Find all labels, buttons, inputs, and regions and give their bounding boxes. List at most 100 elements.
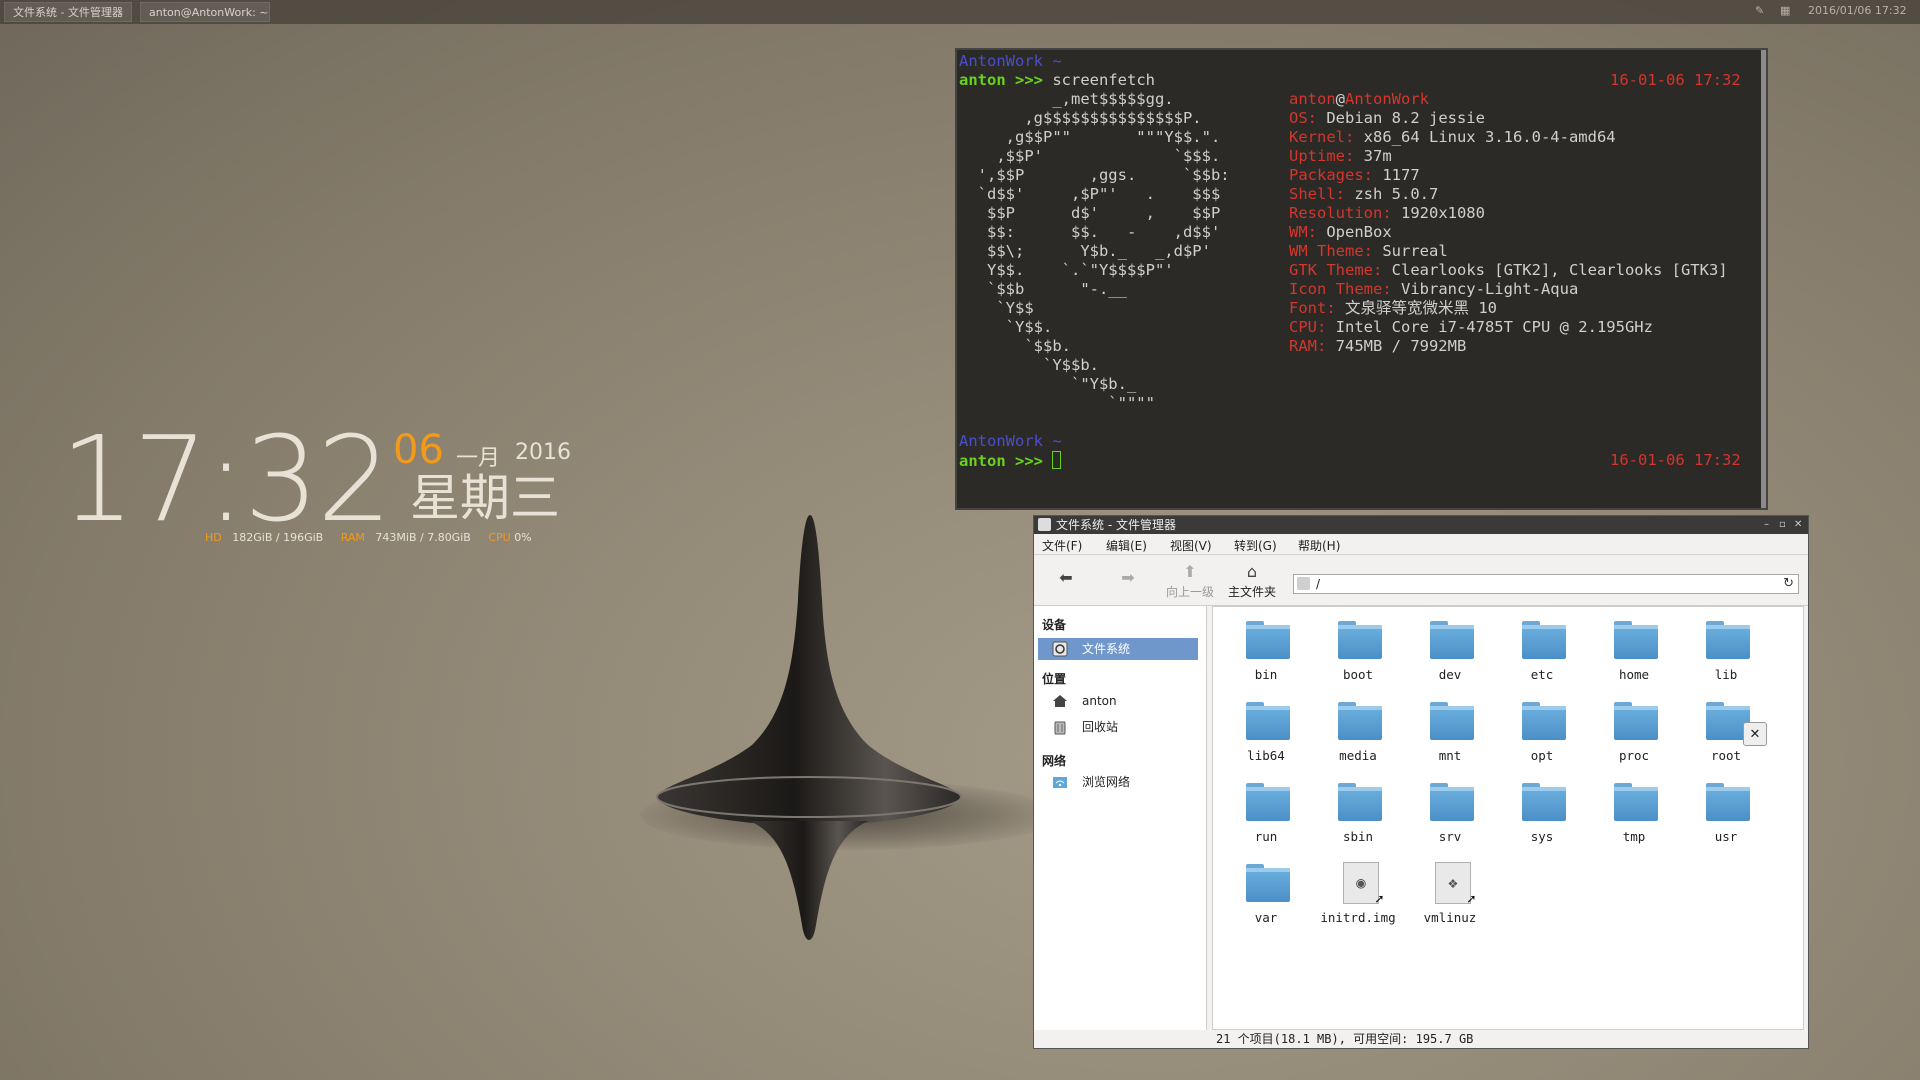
file-item-label: srv [1438,829,1462,844]
menu-view[interactable]: 视图(V) [1170,537,1212,554]
menu-edit[interactable]: 编辑(E) [1106,537,1147,554]
system-stats: HD 182GiB / 196GiB RAM 743MiB / 7.80GiB … [205,531,532,544]
taskbar-item-filemanager[interactable]: 文件系统 - 文件管理器 [4,2,132,22]
file-item[interactable]: etc [1497,615,1587,693]
refresh-icon[interactable]: ↻ [1783,576,1794,591]
info-value: 745MB / 7992MB [1326,337,1467,355]
file-item[interactable]: media [1313,696,1403,774]
ascii-logo-line: `$$b. [959,337,1071,355]
file-item-label: var [1254,910,1278,925]
arrow-right-icon: ➡ [1121,568,1135,587]
sidebar-item-network[interactable]: 浏览网络 [1038,771,1198,793]
info-value: Surreal [1373,242,1448,260]
file-item[interactable]: boot [1313,615,1403,693]
info-key: Kernel: [1289,128,1355,146]
top-panel: 文件系统 - 文件管理器 anton@AntonWork: ~ ✎ ▦ 2016… [0,0,1920,24]
file-item-label: mnt [1438,748,1462,763]
info-key: Icon Theme: [1289,280,1392,298]
folder-icon [1430,702,1474,740]
ascii-logo-line: `d$$' ,$P"' . $$$ [959,185,1221,203]
terminal-timestamp: 16-01-06 17:32 [1610,71,1741,89]
pen-icon[interactable]: ✎ [1755,4,1764,17]
terminal-input-line[interactable]: anton >>> [959,451,1062,471]
folder-icon [1338,702,1382,740]
folder-icon [1614,621,1658,659]
home-button[interactable]: ⌂ 主文件夹 [1226,561,1278,601]
sidebar-item-home[interactable]: anton [1038,690,1198,712]
fm-titlebar[interactable]: 文件系统 - 文件管理器 – ▫ ✕ [1034,516,1808,534]
info-value: 1177 [1373,166,1420,184]
terminal-scrollbar[interactable] [1761,50,1766,508]
ascii-logo-line: `Y$$. [959,318,1053,336]
screenfetch-info-row: GTK Theme: Clearlooks [GTK2], Clearlooks… [1289,261,1728,280]
screenfetch-info-row: RAM: 745MB / 7992MB [1289,337,1466,356]
file-item[interactable]: home [1589,615,1679,693]
calendar-icon[interactable]: ▦ [1780,4,1790,17]
info-value: zsh 5.0.7 [1345,185,1439,203]
home-icon: ⌂ [1246,562,1258,581]
executable-icon: ❖ [1435,862,1471,904]
ascii-logo-line: ,g$$$$$$$$$$$$$$$P. [959,109,1202,127]
cpu-value: 0% [514,531,532,544]
folder-icon [1430,783,1474,821]
file-item[interactable]: ◉ ➚ initrd.img [1313,858,1403,936]
info-value: Vibrancy-Light-Aqua [1391,280,1579,298]
file-item-label: run [1254,829,1278,844]
ascii-logo-line: `"Y$b._ [959,375,1137,393]
terminal-prompt-host: AntonWork ~ [959,52,1062,70]
file-item[interactable]: bin [1221,615,1311,693]
terminal-window[interactable]: AntonWork ~ anton >>> screenfetch 16-01-… [955,48,1768,510]
file-item[interactable]: sbin [1313,777,1403,855]
clock-weekday: 星期三 [410,469,560,527]
sidebar-header-places: 位置 [1042,672,1067,686]
sidebar-item-trash[interactable]: 回收站 [1038,716,1198,738]
ascii-logo-line: ',$$P ,ggs. `$$b: [959,166,1230,184]
screenfetch-info-row: WM: OpenBox [1289,223,1392,242]
address-bar[interactable]: / ↻ [1293,574,1799,594]
file-item[interactable]: lib64 [1221,696,1311,774]
menu-go[interactable]: 转到(G) [1234,537,1277,554]
file-item[interactable]: lib [1681,615,1771,693]
sidebar-item-label: anton [1082,694,1117,708]
ascii-logo-line: _,met$$$$$gg. [959,90,1174,108]
close-button[interactable]: ✕ [1794,516,1802,534]
maximize-button[interactable]: ▫ [1779,516,1786,534]
file-item-label: lib [1714,667,1738,682]
info-key: WM: [1289,223,1317,241]
file-item[interactable]: usr [1681,777,1771,855]
file-item-label: usr [1714,829,1738,844]
panel-datetime[interactable]: 2016/01/06 17:32 [1808,4,1907,17]
folder-icon [1246,702,1290,740]
locked-emblem-icon: ✕ [1743,722,1767,746]
file-item[interactable]: sys [1497,777,1587,855]
file-item[interactable]: proc [1589,696,1679,774]
file-item[interactable]: run [1221,777,1311,855]
file-manager-window[interactable]: 文件系统 - 文件管理器 – ▫ ✕ 文件(F) 编辑(E) 视图(V) 转到(… [1033,515,1809,1049]
file-item-label: tmp [1622,829,1646,844]
back-button[interactable]: ⬅ [1040,567,1092,607]
file-item[interactable]: opt [1497,696,1587,774]
menu-file[interactable]: 文件(F) [1042,537,1082,554]
menu-help[interactable]: 帮助(H) [1298,537,1340,554]
file-item[interactable]: ✕ root [1681,696,1771,774]
up-button[interactable]: ⬆ 向上一级 [1164,561,1216,601]
file-item[interactable]: ❖ ➚ vmlinuz [1405,858,1495,936]
sidebar-header-network: 网络 [1042,754,1067,768]
forward-button[interactable]: ➡ [1102,567,1154,607]
file-item[interactable]: tmp [1589,777,1679,855]
screenfetch-info-row: Font: 文泉驿等宽微米黑 10 [1289,299,1497,318]
minimize-button[interactable]: – [1764,516,1769,534]
file-item[interactable]: var [1221,858,1311,936]
file-item[interactable]: srv [1405,777,1495,855]
sidebar-item-filesystem[interactable]: 文件系统 [1038,638,1198,660]
screenfetch-user: anton [1289,90,1336,108]
clock-day: 06 [393,427,444,473]
symlink-arrow-icon: ➚ [1467,892,1476,908]
folder-icon [1706,621,1750,659]
file-item[interactable]: dev [1405,615,1495,693]
taskbar-item-terminal[interactable]: anton@AntonWork: ~ [140,2,270,22]
info-key: Font: [1289,299,1336,317]
file-item[interactable]: mnt [1405,696,1495,774]
screenfetch-info-row: Resolution: 1920x1080 [1289,204,1485,223]
info-key: Resolution: [1289,204,1392,222]
